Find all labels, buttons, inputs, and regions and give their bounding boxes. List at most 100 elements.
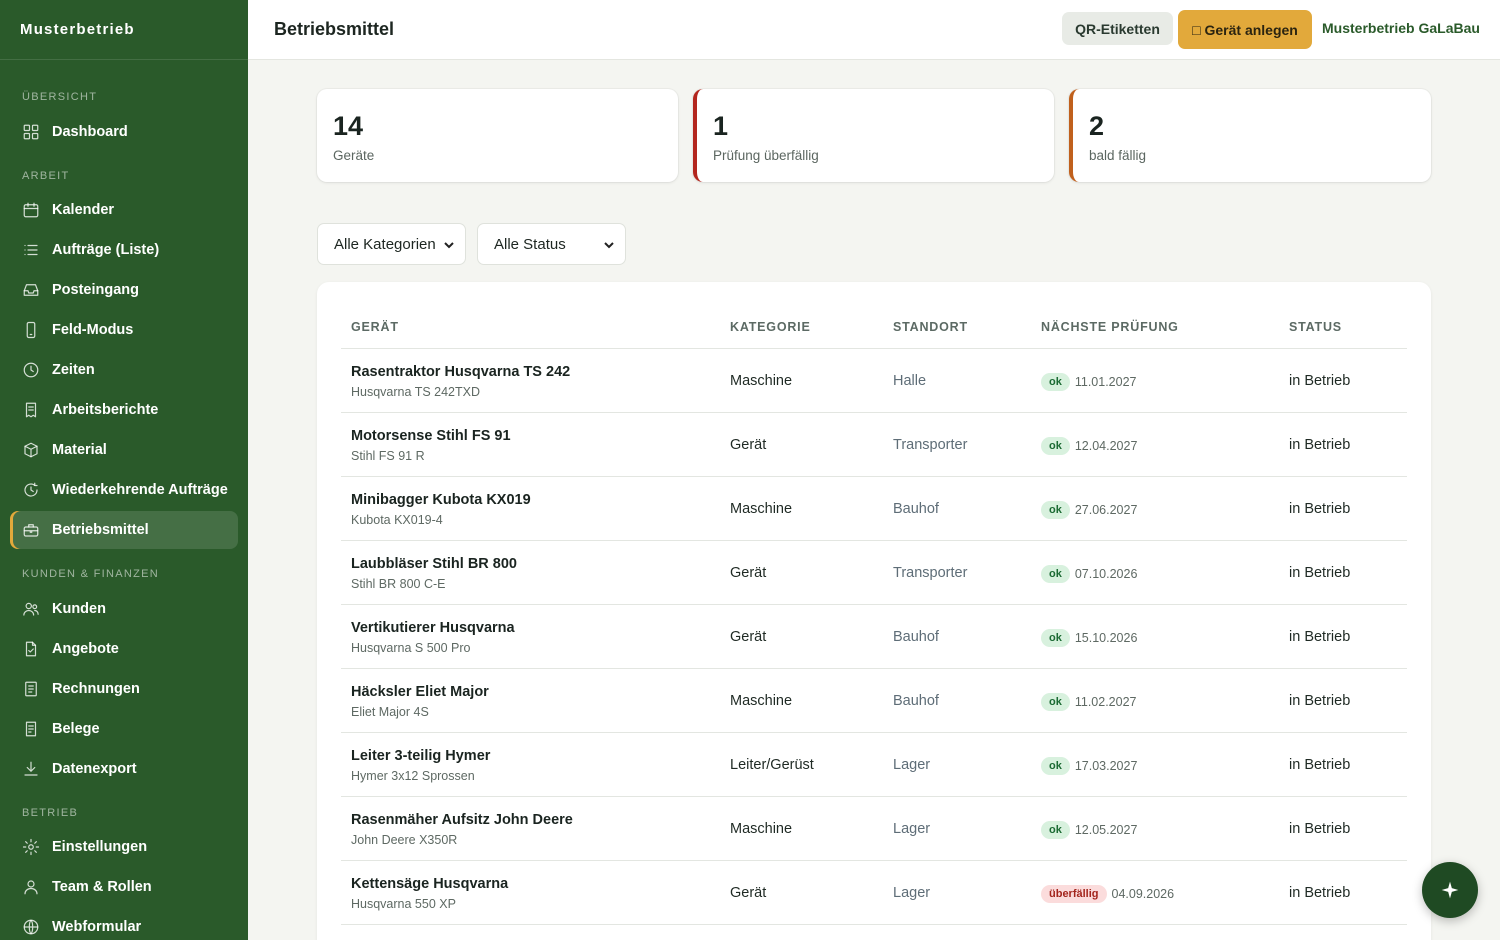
sidebar-item-label: Team & Rollen: [52, 879, 152, 895]
inspection-date: 27.06.2027: [1074, 503, 1138, 517]
status-filter-select[interactable]: Alle Status: [477, 223, 626, 265]
sidebar-item-label: Webformular: [52, 919, 142, 935]
device-category: Maschine: [730, 501, 793, 517]
sidebar-item-label: Rechnungen: [52, 681, 140, 697]
inspection-status-badge: ok: [1041, 501, 1070, 519]
device-name[interactable]: Vertikutierer Husqvarna: [351, 620, 515, 636]
inspection-status-badge: überfällig: [1041, 885, 1107, 903]
column-header-next-inspection[interactable]: NÄCHSTE PRÜFUNG: [1041, 320, 1179, 334]
table-row[interactable]: Minibagger Kubota KX019 Kubota KX019-4 Mas…: [341, 477, 1407, 541]
device-name[interactable]: Rasentraktor Husqvarna TS 242: [351, 364, 570, 380]
sidebar-item-datenexport[interactable]: Datenexport: [10, 750, 238, 788]
sidebar-item-posteingang[interactable]: Posteingang: [10, 271, 238, 309]
stat-card-due-soon[interactable]: 2 bald fällig: [1069, 89, 1431, 182]
section-label-overview: ÜBERSICHT: [22, 91, 98, 103]
device-status: in Betrieb: [1289, 693, 1351, 709]
device-status: in Betrieb: [1289, 821, 1351, 837]
inspection-date: 12.04.2027: [1074, 439, 1138, 453]
sidebar-item-betriebsmittel[interactable]: Betriebsmittel: [10, 511, 238, 549]
table-row[interactable]: Leiter 3-teilig Hymer Hymer 3x12 Sprossen…: [341, 733, 1407, 797]
column-header-category[interactable]: KATEGORIE: [730, 320, 811, 334]
table-row[interactable]: Laubbläser Stihl BR 800 Stihl BR 800 C-E G…: [341, 541, 1407, 605]
sidebar-item-auftraege[interactable]: Aufträge (Liste): [10, 231, 238, 269]
device-name[interactable]: Minibagger Kubota KX019: [351, 492, 531, 508]
table-row[interactable]: Kettensäge Husqvarna Husqvarna 550 XP Gerä…: [341, 861, 1407, 925]
column-header-device[interactable]: GERÄT: [351, 320, 399, 334]
device-name[interactable]: Häcksler Eliet Major: [351, 684, 489, 700]
next-inspection: ok 15.10.2026: [1041, 629, 1137, 647]
inspection-status-badge: ok: [1041, 373, 1070, 391]
inbox-icon: [22, 281, 40, 299]
sidebar-item-kunden[interactable]: Kunden: [10, 590, 238, 628]
device-status: in Betrieb: [1289, 501, 1351, 517]
device-name[interactable]: Kettensäge Husqvarna: [351, 876, 508, 892]
device-model: Husqvarna S 500 Pro: [351, 641, 471, 655]
stat-value: 2: [1089, 111, 1105, 141]
column-header-status[interactable]: STATUS: [1289, 320, 1342, 334]
device-location: Bauhof: [893, 693, 939, 709]
sidebar-item-label: Kalender: [52, 202, 115, 218]
page-title: Betriebsmittel: [274, 19, 395, 39]
stat-card-overdue[interactable]: 1 Prüfung überfällig: [693, 89, 1054, 182]
clock-icon: [22, 361, 40, 379]
inspection-status-badge: ok: [1041, 437, 1070, 455]
inspection-status-badge: ok: [1041, 629, 1070, 647]
sidebar-item-wiederkehrende[interactable]: Wiederkehrende Aufträge: [10, 471, 238, 509]
device-name[interactable]: Motorsense Stihl FS 91: [351, 428, 511, 444]
sidebar-item-einstellungen[interactable]: Einstellungen: [10, 828, 238, 866]
section-label-business: BETRIEB: [22, 807, 79, 819]
sidebar-item-rechnungen[interactable]: Rechnungen: [10, 670, 238, 708]
sidebar-item-zeiten[interactable]: Zeiten: [10, 351, 238, 389]
device-location: Lager: [893, 757, 931, 773]
device-model: John Deere X350R: [351, 833, 458, 847]
qr-labels-button[interactable]: QR-Etiketten: [1062, 12, 1173, 45]
category-filter-select[interactable]: Alle Kategorien: [317, 223, 466, 265]
assistant-fab-button[interactable]: [1422, 862, 1478, 918]
device-name[interactable]: Laubbläser Stihl BR 800: [351, 556, 517, 572]
sidebar-item-feld-modus[interactable]: Feld-Modus: [10, 311, 238, 349]
column-header-location[interactable]: STANDORT: [893, 320, 968, 334]
sidebar-item-belege[interactable]: Belege: [10, 710, 238, 748]
company-switcher[interactable]: Musterbetrieb GaLaBau: [1322, 20, 1480, 36]
table-row[interactable]: Rasenmäher Aufsitz John Deere John Deere …: [341, 797, 1407, 861]
sidebar-item-label: Material: [52, 442, 107, 458]
device-location: Halle: [893, 373, 927, 389]
sidebar-item-team-rollen[interactable]: Team & Rollen: [10, 868, 238, 906]
device-location: Lager: [893, 885, 931, 901]
table-row[interactable]: Motorsense Stihl FS 91 Stihl FS 91 R Gerät…: [341, 413, 1407, 477]
table-row[interactable]: Häcksler Eliet Major Eliet Major 4S Maschi…: [341, 669, 1407, 733]
table-row[interactable]: Rasentraktor Husqvarna TS 242 Husqvarna T…: [341, 349, 1407, 413]
device-category: Leiter/Gerüst: [730, 757, 814, 773]
next-inspection: ok 11.02.2027: [1041, 693, 1136, 711]
sidebar-item-arbeitsberichte[interactable]: Arbeitsberichte: [10, 391, 238, 429]
add-device-button[interactable]: □ Gerät anlegen: [1178, 10, 1312, 49]
device-status: in Betrieb: [1289, 629, 1351, 645]
stat-card-devices[interactable]: 14 Geräte: [317, 89, 678, 182]
sidebar-item-kalender[interactable]: Kalender: [10, 191, 238, 229]
device-location: Bauhof: [893, 501, 939, 517]
device-model: Husqvarna TS 242TXD: [351, 385, 480, 399]
device-name[interactable]: Rasenmäher Aufsitz John Deere: [351, 812, 573, 828]
sidebar-item-dashboard[interactable]: Dashboard: [10, 113, 238, 151]
calendar-icon: [22, 201, 40, 219]
sidebar-item-label: Aufträge (Liste): [52, 242, 160, 258]
sidebar: Musterbetrieb ÜBERSICHT Dashboard ARBEIT…: [0, 0, 248, 940]
device-status: in Betrieb: [1289, 565, 1351, 581]
sidebar-item-label: Wiederkehrende Aufträge: [52, 482, 228, 498]
sidebar-item-label: Angebote: [52, 641, 119, 657]
brand-name[interactable]: Musterbetrieb: [0, 0, 248, 60]
inspection-status-badge: ok: [1041, 757, 1070, 775]
settings-icon: [22, 838, 40, 856]
device-category: Maschine: [730, 373, 793, 389]
inspection-date: 11.01.2027: [1074, 375, 1137, 389]
section-label-work: ARBEIT: [22, 170, 70, 182]
inspection-date: 04.09.2026: [1111, 887, 1175, 901]
device-status: in Betrieb: [1289, 885, 1351, 901]
next-inspection: ok 12.04.2027: [1041, 437, 1137, 455]
table-row[interactable]: Vertikutierer Husqvarna Husqvarna S 500 P…: [341, 605, 1407, 669]
sidebar-item-webformular[interactable]: Webformular: [10, 908, 238, 940]
sidebar-item-angebote[interactable]: Angebote: [10, 630, 238, 668]
stat-label: Geräte: [333, 148, 375, 163]
sidebar-item-material[interactable]: Material: [10, 431, 238, 469]
device-name[interactable]: Leiter 3-teilig Hymer: [351, 748, 490, 764]
